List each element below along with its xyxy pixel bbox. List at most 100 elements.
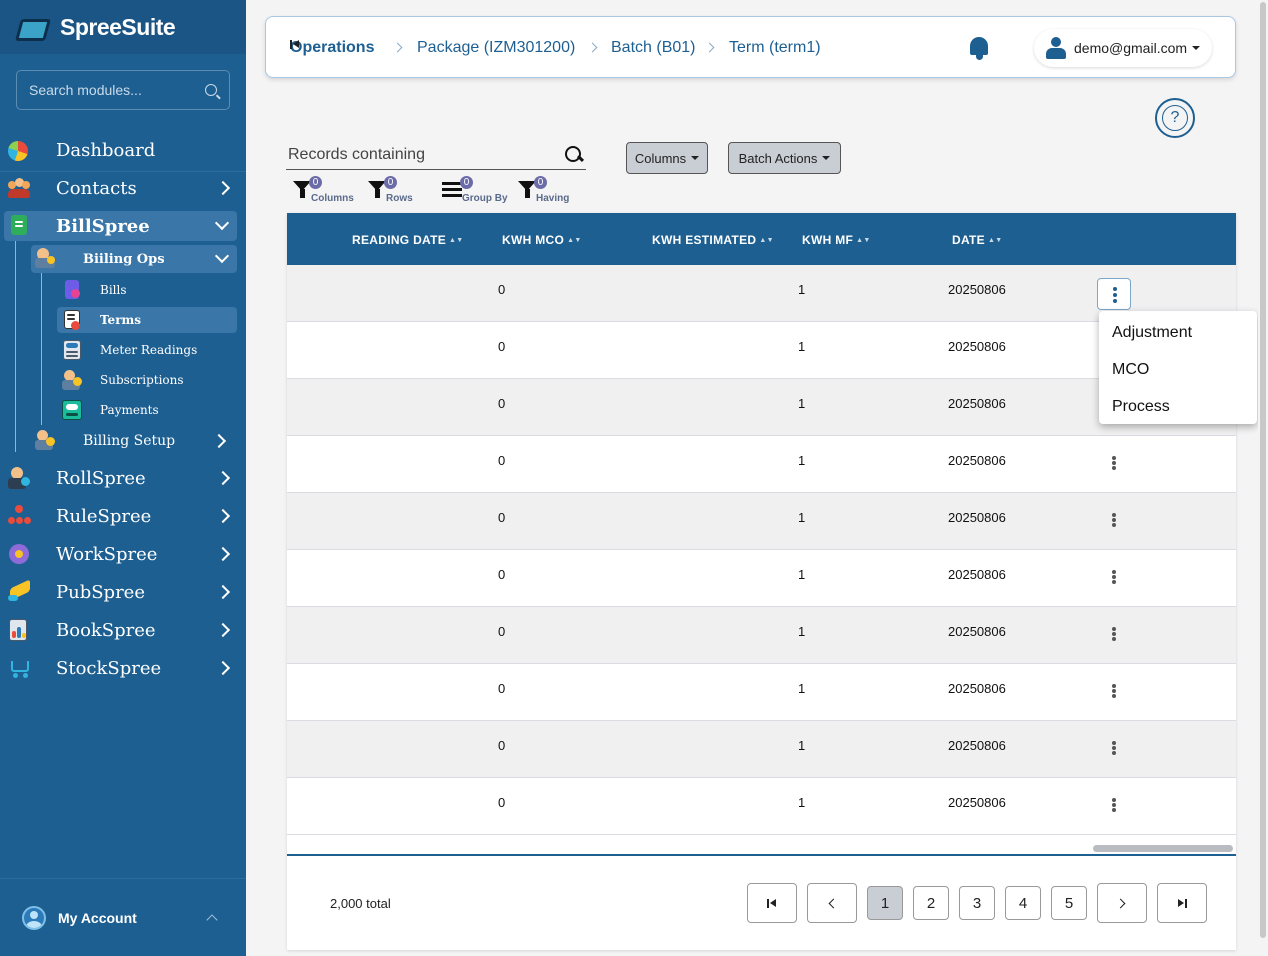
breadcrumb-package[interactable]: Package (IZM301200) [417, 39, 575, 57]
nav-billing-ops[interactable]: Biiling Ops [31, 245, 237, 273]
columns-button-label: Columns [634, 150, 687, 166]
page-button[interactable]: 2 [913, 886, 949, 920]
page-button[interactable]: 5 [1051, 886, 1087, 920]
brand[interactable]: SpreeSuite [0, 0, 246, 54]
table-row[interactable]: 0 1 20250806 [287, 721, 1236, 778]
page-button[interactable]: 1 [867, 886, 903, 920]
nav-rollspree[interactable]: RollSpree [0, 459, 246, 497]
page-button[interactable]: 3 [959, 886, 995, 920]
breadcrumb-term[interactable]: Term (term1) [729, 39, 821, 57]
horizontal-scrollbar[interactable] [1093, 845, 1233, 852]
filter-rows[interactable]: 0 Rows [368, 176, 416, 204]
column-header[interactable]: READING DATE ▲▼ [352, 233, 464, 247]
nav-terms[interactable]: Terms [57, 307, 237, 333]
filter-group-by[interactable]: 0 Group By [442, 176, 510, 204]
bills-icon [62, 280, 82, 300]
cell-date: 20250806 [948, 738, 1006, 753]
menu-item-mco[interactable]: MCO [1112, 361, 1149, 379]
tree-line [41, 273, 42, 425]
column-header[interactable]: DATE ▲▼ [952, 233, 1002, 247]
cell-kwh-mco: 0 [498, 282, 506, 297]
nav-subscriptions[interactable]: Subscriptions [62, 370, 184, 390]
nav-stockspree[interactable]: StockSpree [0, 649, 246, 687]
columns-button[interactable]: Columns [626, 142, 708, 174]
filter-icon-stem [300, 189, 305, 198]
nav-dashboard-label: Dashboard [56, 139, 156, 161]
stockspree-icon [8, 657, 30, 679]
help-glyph: ? [1170, 109, 1180, 126]
row-actions-button[interactable] [1108, 454, 1120, 470]
rollspree-icon [8, 467, 30, 489]
table-row[interactable]: 0 1 20250806 [287, 664, 1236, 721]
nav-meter-readings[interactable]: Meter Readings [62, 340, 197, 360]
column-header[interactable]: KWH MF ▲▼ [802, 233, 871, 247]
nav-rulespree[interactable]: RuleSpree [0, 497, 246, 535]
breadcrumb-batch[interactable]: Batch (B01) [611, 39, 695, 57]
cell-date: 20250806 [948, 453, 1006, 468]
table-footer-divider [287, 854, 1236, 856]
next-page-button[interactable] [1097, 883, 1147, 923]
cell-kwh-mf: 1 [798, 510, 806, 525]
cell-kwh-mco: 0 [498, 567, 506, 582]
table-row[interactable]: 0 1 20250806 [287, 379, 1236, 436]
rulespree-icon [8, 505, 31, 527]
billing-ops-icon [35, 248, 55, 268]
nav-bookspree[interactable]: BookSpree [0, 611, 246, 649]
last-page-button[interactable] [1157, 883, 1207, 923]
records-search-placeholder: Records containing [288, 146, 425, 163]
data-table: READING DATE ▲▼ KWH MCO ▲▼ KWH ESTIMATED ▲▼… [287, 213, 1236, 950]
prev-page-button[interactable] [807, 883, 857, 923]
page-button[interactable]: 4 [1005, 886, 1041, 920]
nav-payments[interactable]: Payments [62, 400, 159, 420]
menu-item-process[interactable]: Process [1112, 398, 1170, 416]
first-page-button[interactable] [747, 883, 797, 923]
table-row[interactable]: 0 1 20250806 [287, 493, 1236, 550]
chevron-right-icon [215, 508, 231, 524]
nav-bills[interactable]: Bills [62, 280, 127, 300]
cell-date: 20250806 [948, 681, 1006, 696]
table-row[interactable]: 0 1 20250806 [287, 436, 1236, 493]
table-row[interactable]: 0 1 20250806 [287, 265, 1236, 322]
row-actions-button[interactable] [1108, 796, 1120, 812]
user-menu-button[interactable]: demo@gmail.com [1034, 29, 1212, 67]
chevron-right-icon [704, 42, 715, 53]
cell-date: 20250806 [948, 624, 1006, 639]
column-header[interactable]: KWH MCO ▲▼ [502, 233, 582, 247]
filter-having[interactable]: 0 Having [518, 176, 574, 204]
module-search-input[interactable]: Search modules... [16, 70, 230, 110]
row-actions-button[interactable] [1108, 682, 1120, 698]
table-row[interactable]: 0 1 20250806 [287, 778, 1236, 835]
row-actions-button[interactable] [1108, 511, 1120, 527]
table-row[interactable]: 0 1 20250806 [287, 607, 1236, 664]
breadcrumb-operations[interactable]: Operations [290, 39, 374, 57]
row-actions-button[interactable] [1108, 625, 1120, 641]
help-button[interactable]: ? [1155, 98, 1195, 138]
bell-icon[interactable] [968, 34, 990, 60]
nav-dashboard[interactable]: Dashboard [0, 131, 246, 169]
batch-actions-button[interactable]: Batch Actions [728, 142, 841, 174]
menu-item-adjustment[interactable]: Adjustment [1112, 324, 1192, 342]
row-actions-button[interactable] [1108, 739, 1120, 755]
my-account[interactable]: My Account [0, 878, 246, 956]
table-row[interactable]: 0 1 20250806 [287, 322, 1236, 379]
cell-kwh-mco: 0 [498, 510, 506, 525]
last-page-icon [1177, 898, 1187, 908]
column-header[interactable]: KWH ESTIMATED ▲▼ [652, 233, 774, 247]
cell-kwh-mco: 0 [498, 681, 506, 696]
records-search-input[interactable]: Records containing [286, 142, 586, 170]
nav-contacts[interactable]: Contacts [0, 169, 246, 207]
nav-bills-label: Bills [100, 283, 127, 297]
nav-billspree[interactable]: BillSpree [4, 211, 237, 241]
chevron-up-icon [206, 913, 218, 926]
search-icon[interactable] [565, 146, 583, 164]
table-row[interactable]: 0 1 20250806 [287, 550, 1236, 607]
nav-workspree[interactable]: WorkSpree [0, 535, 246, 573]
nav-billing-setup[interactable]: Billing Setup [31, 426, 237, 456]
nav-pubspree[interactable]: PubSpree [0, 573, 246, 611]
row-actions-button[interactable] [1108, 568, 1120, 584]
page-scrollbar[interactable] [1258, 0, 1268, 956]
row-actions-button[interactable] [1097, 278, 1131, 310]
user-icon [1046, 37, 1066, 59]
filter-columns[interactable]: 0 Columns [293, 176, 359, 204]
cell-kwh-mf: 1 [798, 567, 806, 582]
